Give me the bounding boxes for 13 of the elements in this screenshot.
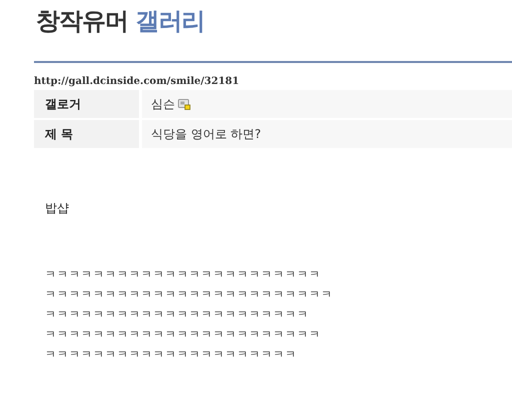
image-lock-icon <box>178 98 191 110</box>
post-title: 식당을 영어로 하면? <box>151 126 261 142</box>
laugh-line: ㅋㅋㅋㅋㅋㅋㅋㅋㅋㅋㅋㅋㅋㅋㅋㅋㅋㅋㅋㅋㅋㅋㅋ <box>45 327 321 343</box>
post-url: http://gall.dcinside.com/smile/32181 <box>34 75 240 89</box>
field-label: 제 목 <box>34 120 139 148</box>
body-text: 밥샵 <box>45 200 70 216</box>
author-name: 심슨 <box>151 96 175 112</box>
laugh-line: ㅋㅋㅋㅋㅋㅋㅋㅋㅋㅋㅋㅋㅋㅋㅋㅋㅋㅋㅋㅋㅋㅋ <box>45 307 309 323</box>
laugh-line: ㅋㅋㅋㅋㅋㅋㅋㅋㅋㅋㅋㅋㅋㅋㅋㅋㅋㅋㅋㅋㅋ <box>45 347 297 363</box>
laugh-line: ㅋㅋㅋㅋㅋㅋㅋㅋㅋㅋㅋㅋㅋㅋㅋㅋㅋㅋㅋㅋㅋㅋㅋㅋ <box>45 287 333 303</box>
gallery-title: 창작유머 갤러리 <box>35 6 206 36</box>
laugh-line: ㅋㅋㅋㅋㅋㅋㅋㅋㅋㅋㅋㅋㅋㅋㅋㅋㅋㅋㅋㅋㅋㅋㅋ <box>45 267 321 283</box>
field-label: 갤로거 <box>34 90 139 118</box>
